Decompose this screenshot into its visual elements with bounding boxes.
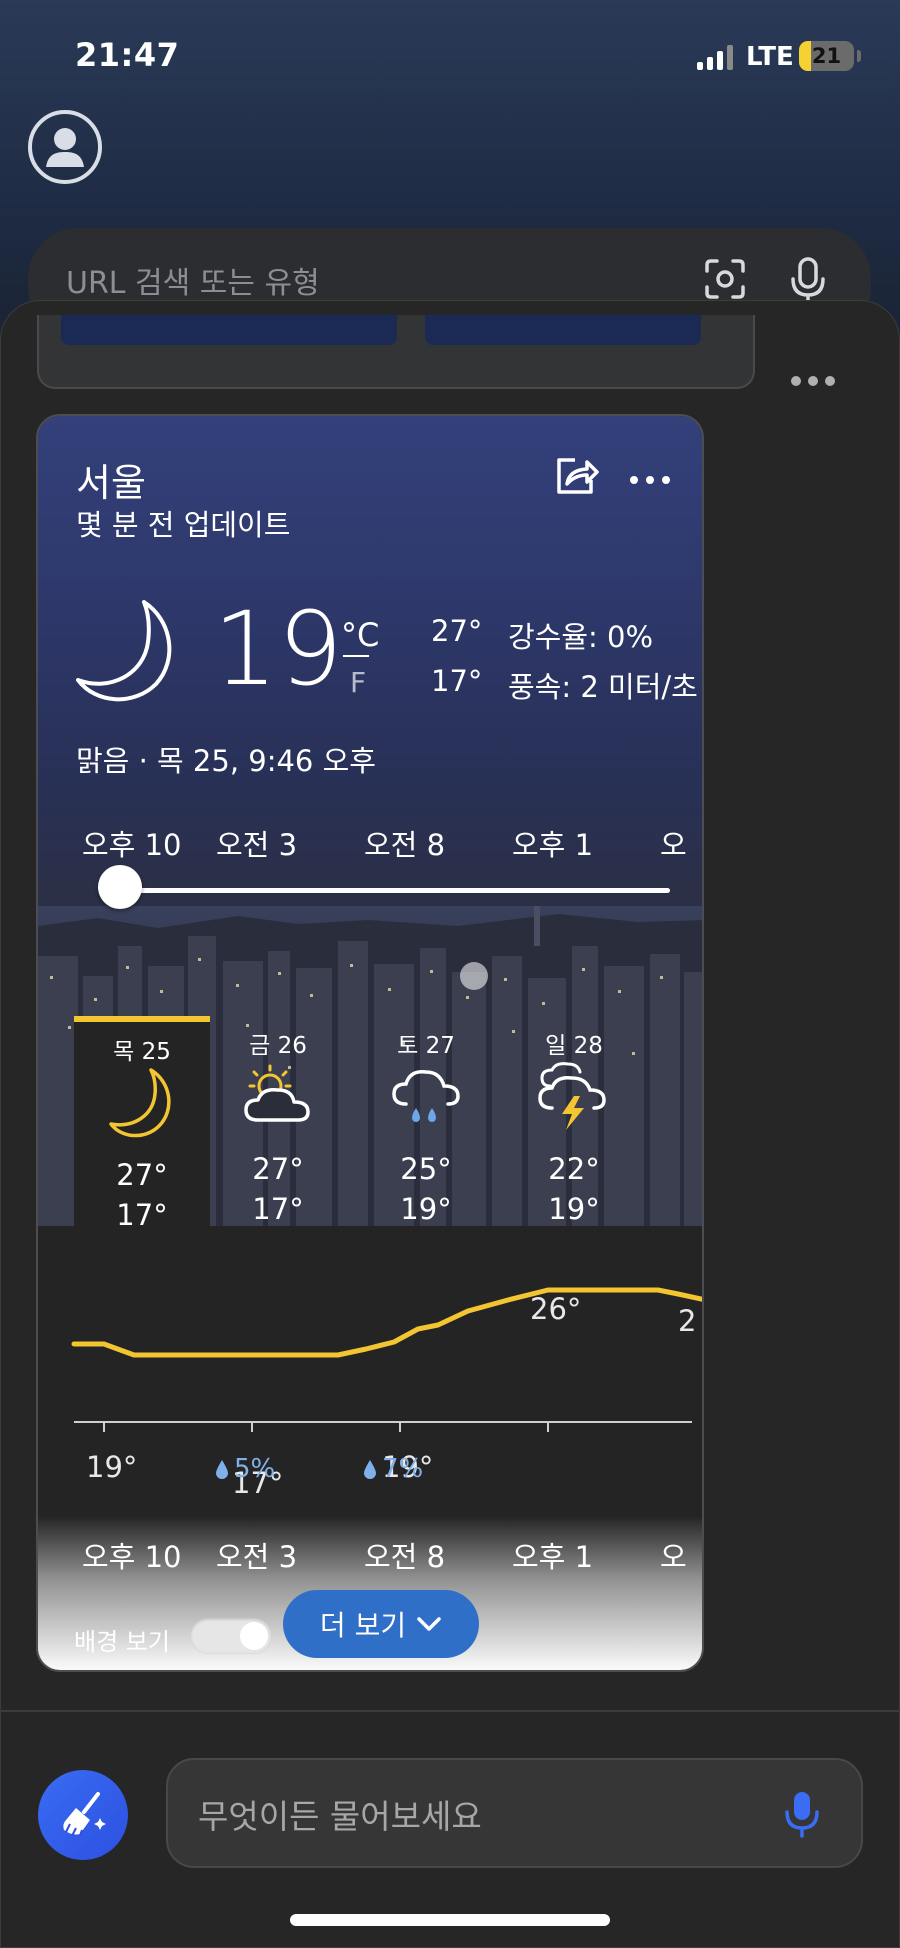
source-chip-1[interactable]: [61, 315, 397, 345]
source-chip-2[interactable]: [425, 315, 701, 345]
toggle-knob: [240, 1622, 268, 1650]
graph-hour-label: 오후 10: [82, 1540, 182, 1574]
graph-hour-label: 오전 3: [216, 1540, 298, 1574]
day-forecast-fri[interactable]: 금 26 27° 17°: [210, 1016, 346, 1234]
raindrop-icon: [364, 1460, 376, 1479]
ask-input[interactable]: 무엇이든 물어보세요: [166, 1758, 863, 1868]
rain-cloud-icon: [392, 1070, 460, 1122]
previous-result-card[interactable]: [37, 315, 755, 389]
day-forecast-sun[interactable]: 일 28 22° 19°: [506, 1016, 642, 1234]
day-high: 27°: [252, 1152, 304, 1186]
rain-chance: 5%: [234, 1454, 276, 1484]
day-forecast-thu[interactable]: 목 25 27° 17°: [74, 1016, 210, 1234]
day-label: 금 26: [249, 1033, 307, 1059]
day-low: 19°: [548, 1192, 600, 1226]
update-status: 몇 분 전 업데이트: [76, 508, 291, 542]
day-label: 일 28: [545, 1033, 603, 1059]
rain-chance: 7%: [382, 1454, 424, 1484]
wind-speed: 풍속: 2 미터/초: [508, 670, 698, 704]
graph-rain-label: 5%: [214, 1454, 275, 1484]
person-icon: [46, 128, 84, 167]
see-more-button[interactable]: 더 보기: [283, 1590, 479, 1658]
network-label: LTE: [746, 42, 794, 72]
high-temperature: 27°: [431, 614, 483, 648]
unit-divider: [343, 655, 369, 657]
unit-fahrenheit-button[interactable]: F: [350, 666, 366, 699]
battery-tip: [857, 50, 861, 62]
battery-icon: 21: [799, 41, 854, 71]
weather-card: 서울 몇 분 전 업데이트 19 °C F 27° 17° 강수율: 0% 풍속…: [36, 414, 704, 1672]
status-bar: 21:47 LTE 21: [0, 0, 900, 110]
day-label: 목 25: [113, 1039, 171, 1065]
low-temperature: 17°: [431, 664, 483, 698]
chevron-down-icon: [417, 1617, 441, 1631]
time-slider-thumb[interactable]: [98, 865, 142, 909]
day-low: 19°: [400, 1192, 452, 1226]
moon-icon: [76, 600, 172, 702]
day-low: 17°: [116, 1198, 168, 1232]
city-name: 서울: [76, 461, 146, 505]
background-toggle[interactable]: [190, 1618, 272, 1654]
day-low: 17°: [252, 1192, 304, 1226]
slider-hour-label: 오: [660, 828, 687, 862]
graph-hour-label: 오후 1: [512, 1540, 594, 1574]
partly-sunny-icon: [244, 1064, 310, 1122]
slider-hour-label: 오전 8: [364, 828, 446, 862]
graph-rain-label: 7%: [362, 1454, 423, 1484]
graph-temp-label: 19°: [86, 1450, 138, 1484]
broom-icon: [63, 1792, 106, 1837]
slider-hour-label: 오후 10: [82, 828, 182, 862]
day-high: 22°: [548, 1152, 600, 1186]
precipitation-chance: 강수율: 0%: [508, 620, 654, 654]
day-high: 27°: [116, 1158, 168, 1192]
day-high: 25°: [400, 1152, 452, 1186]
home-indicator[interactable]: [290, 1914, 610, 1926]
graph-hour-label: 오: [660, 1540, 687, 1574]
day-label: 토 27: [397, 1033, 455, 1059]
share-icon[interactable]: [553, 454, 601, 498]
time-slider-track[interactable]: [100, 888, 670, 893]
background-toggle-label: 배경 보기: [74, 1628, 170, 1656]
condition-summary: 맑음 · 목 25, 9:46 오후: [76, 744, 376, 778]
ask-placeholder: 무엇이든 물어보세요: [198, 1797, 482, 1836]
moon-icon: [109, 1068, 171, 1138]
current-temperature: 19: [213, 590, 343, 709]
status-time: 21:47: [75, 36, 180, 74]
new-topic-button[interactable]: [38, 1770, 128, 1860]
battery-level: 21: [811, 44, 842, 68]
slider-hour-label: 오후 1: [512, 828, 594, 862]
card-more-icon[interactable]: [630, 476, 670, 484]
visual-search-icon[interactable]: [701, 255, 749, 303]
graph-hour-label: 오전 8: [364, 1540, 446, 1574]
see-more-label: 더 보기: [319, 1609, 407, 1642]
url-search-placeholder: URL 검색 또는 유형: [66, 266, 320, 301]
sheet-more-icon[interactable]: [791, 376, 835, 386]
thunderstorm-icon: [538, 1062, 606, 1130]
microphone-icon[interactable]: [784, 1788, 820, 1840]
profile-avatar-button[interactable]: [28, 110, 102, 184]
bottom-divider: [0, 1710, 900, 1712]
graph-temp-label: 26°: [530, 1292, 582, 1326]
raindrop-icon: [216, 1460, 228, 1479]
day-forecast-sat[interactable]: 토 27 25° 19°: [358, 1016, 494, 1234]
graph-temp-label: 2: [678, 1304, 697, 1338]
unit-celsius-button[interactable]: °C: [341, 616, 379, 654]
slider-hour-label: 오전 3: [216, 828, 298, 862]
signal-icon: [697, 44, 733, 70]
